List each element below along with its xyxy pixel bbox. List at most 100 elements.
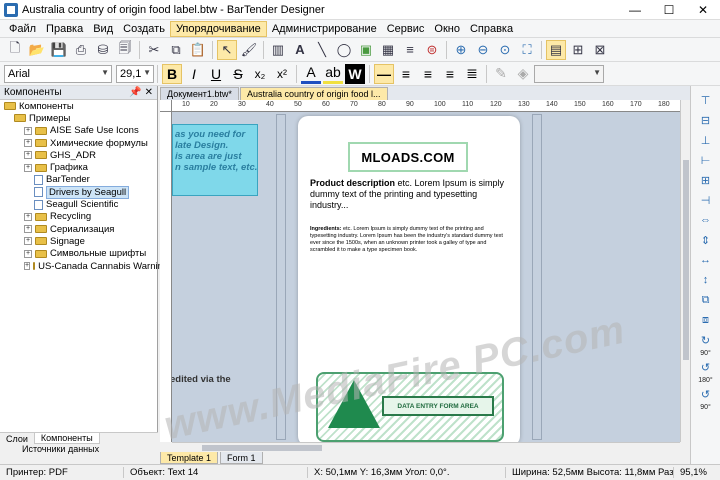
distribute-vertical-icon[interactable]: ⇕ xyxy=(696,232,716,248)
design-canvas[interactable]: as you need for late Design. is area are… xyxy=(172,112,680,442)
format-painter-icon[interactable]: 🖌 xyxy=(239,40,259,60)
shape-icon[interactable]: ◯ xyxy=(334,40,354,60)
ruler-icon[interactable]: ▤ xyxy=(546,39,566,60)
rotate-180-icon[interactable]: ↺ xyxy=(696,359,716,375)
tab-australia-label[interactable]: Australia country of origin food l... xyxy=(239,87,388,100)
minimize-button[interactable]: — xyxy=(618,0,652,20)
bring-front-icon[interactable]: ⧉ xyxy=(696,292,716,308)
font-family-select[interactable]: Arial ▼ xyxy=(4,64,112,83)
tree-item[interactable]: + Химические формулы xyxy=(0,137,157,149)
print-preview-icon[interactable]: 🗐 xyxy=(115,40,135,60)
align-left-icon[interactable]: ≡ xyxy=(396,64,416,84)
menu-window[interactable]: Окно xyxy=(429,22,465,36)
menu-tools[interactable]: Сервис xyxy=(382,22,430,36)
tab-components[interactable]: Компоненты xyxy=(33,433,100,444)
pin-close-icon[interactable]: 📌 ✕ xyxy=(129,87,153,98)
rotate-ccw-icon[interactable]: ↺ xyxy=(696,386,716,402)
tree-item[interactable]: + Сериализация xyxy=(0,223,157,235)
fill-icon[interactable]: ◈ xyxy=(513,64,533,84)
tree-item[interactable]: Примеры xyxy=(0,112,157,124)
tab-form-1[interactable]: Form 1 xyxy=(220,452,263,464)
cut-icon[interactable]: ✂ xyxy=(144,40,164,60)
expand-icon[interactable]: + xyxy=(24,139,32,148)
line-icon[interactable]: ╲ xyxy=(312,40,332,60)
data-entry-form-area[interactable]: DATA ENTRY FORM AREA xyxy=(382,396,494,416)
underline-button[interactable]: U xyxy=(206,64,226,84)
menu-view[interactable]: Вид xyxy=(88,22,118,36)
table-icon[interactable]: ▦ xyxy=(378,40,398,60)
sample-text-object[interactable]: as you need for late Design. is area are… xyxy=(172,124,258,196)
tree-item[interactable]: + Signage xyxy=(0,235,157,247)
copy-icon[interactable]: ⧉ xyxy=(166,40,186,60)
text-icon[interactable]: A xyxy=(290,40,310,60)
tab-template-1[interactable]: Template 1 xyxy=(160,452,219,464)
expand-icon[interactable]: + xyxy=(24,151,32,160)
justify-icon[interactable]: ≣ xyxy=(462,64,482,84)
tree-item[interactable]: + GHS_ADR xyxy=(0,149,157,161)
scroll-thumb[interactable] xyxy=(202,445,322,451)
fit-window-icon[interactable]: ⛶ xyxy=(517,40,537,60)
select-pointer-icon[interactable]: ↖ xyxy=(217,39,237,60)
tree-item[interactable]: + Recycling xyxy=(0,211,157,223)
menu-edit[interactable]: Правка xyxy=(41,22,88,36)
edited-text-object[interactable]: edited via the xyxy=(172,374,231,385)
menu-administer[interactable]: Администрирование xyxy=(267,22,382,36)
tree-item[interactable]: Drivers by Seagull xyxy=(0,185,157,199)
tab-data-sources[interactable]: Источники данных xyxy=(0,444,158,456)
expand-icon[interactable]: + xyxy=(24,126,32,135)
same-width-icon[interactable]: ↔ xyxy=(696,252,716,268)
picture-icon[interactable]: ▣ xyxy=(356,40,376,60)
line-width-select[interactable]: ▼ xyxy=(534,64,604,83)
vertical-scrollbar[interactable] xyxy=(680,100,690,442)
align-bottom-icon[interactable]: ⊥ xyxy=(696,132,716,148)
tree-item[interactable]: + US-Canada Cannabis Warning Syml xyxy=(0,260,192,272)
align-center-icon[interactable]: ⊞ xyxy=(696,172,716,188)
menu-file[interactable]: Файл xyxy=(4,22,41,36)
align-right-icon[interactable]: ≡ xyxy=(440,64,460,84)
zoom-in-icon[interactable]: ⊕ xyxy=(451,40,471,60)
align-left-edge-icon[interactable]: ⊢ xyxy=(696,152,716,168)
align-middle-icon[interactable]: ⊟ xyxy=(696,112,716,128)
tree-item[interactable]: Компоненты xyxy=(0,100,157,112)
font-size-select[interactable]: 29,1 ▼ xyxy=(116,64,154,83)
expand-icon[interactable]: + xyxy=(24,237,32,246)
horizontal-scrollbar[interactable] xyxy=(172,442,680,452)
rotate-cw-icon[interactable]: ↻ xyxy=(696,332,716,348)
expand-icon[interactable]: + xyxy=(24,163,32,172)
rfid-icon[interactable]: ⊜ xyxy=(422,40,442,60)
expand-icon[interactable]: + xyxy=(24,262,31,270)
country-of-origin-box[interactable]: DATA ENTRY FORM AREA xyxy=(316,372,504,442)
zoom-out-icon[interactable]: ⊖ xyxy=(473,40,493,60)
grid-icon[interactable]: ⊞ xyxy=(568,40,588,60)
subscript-button[interactable]: x₂ xyxy=(250,64,270,84)
align-center-icon[interactable]: ≡ xyxy=(418,64,438,84)
lines-icon[interactable]: ≡ xyxy=(400,40,420,60)
line-style-icon[interactable]: — xyxy=(374,63,394,84)
expand-icon[interactable]: + xyxy=(24,249,32,258)
zoom-page-icon[interactable]: ⊙ xyxy=(495,40,515,60)
status-zoom[interactable]: 95,1% xyxy=(674,467,713,478)
align-right-edge-icon[interactable]: ⊣ xyxy=(696,192,716,208)
database-icon[interactable]: ⛁ xyxy=(93,40,113,60)
scroll-thumb[interactable] xyxy=(683,160,689,360)
close-button[interactable]: ✕ xyxy=(686,0,720,20)
barcode-icon[interactable]: ▥ xyxy=(268,40,288,60)
font-color-icon[interactable]: A xyxy=(301,64,321,84)
tree-item[interactable]: + Графика xyxy=(0,161,157,173)
tree-item[interactable]: BarTender xyxy=(0,174,157,186)
background-w-icon[interactable]: W xyxy=(345,63,365,84)
highlight-icon[interactable]: ab xyxy=(323,64,343,84)
expand-icon[interactable]: + xyxy=(24,212,32,221)
label-page[interactable]: MLOADS.COM Product description etc. Lore… xyxy=(298,116,520,442)
strikethrough-button[interactable]: S xyxy=(228,64,248,84)
distribute-horizontal-icon[interactable]: ⇔ xyxy=(696,212,716,228)
superscript-button[interactable]: x² xyxy=(272,64,292,84)
menu-create[interactable]: Создать xyxy=(118,22,170,36)
ingredients-object[interactable]: Ingredients: etc. Lorem Ipsum is simply … xyxy=(310,226,510,254)
print-icon[interactable]: ⎙ xyxy=(71,40,91,60)
tab-layers[interactable]: Слои xyxy=(0,433,34,444)
menu-arrange[interactable]: Упорядочивание xyxy=(169,20,267,37)
menu-help[interactable]: Справка xyxy=(465,22,518,36)
mloads-text-object[interactable]: MLOADS.COM xyxy=(348,142,468,172)
expand-icon[interactable]: + xyxy=(24,225,32,234)
